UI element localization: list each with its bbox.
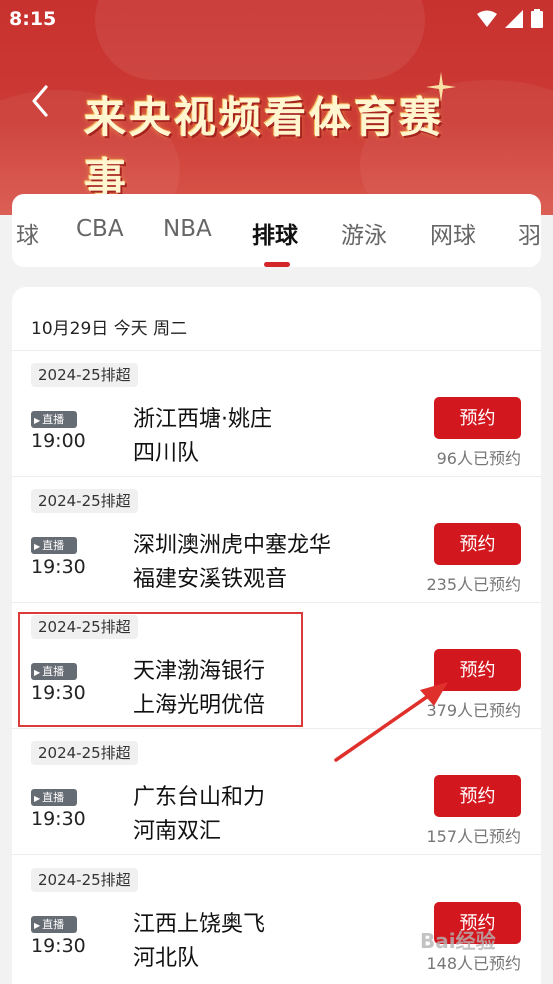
reserve-button[interactable]: 预约 bbox=[434, 902, 521, 944]
status-bar: 8:15 bbox=[0, 0, 553, 38]
divider bbox=[12, 854, 541, 855]
tab-partial-left[interactable]: 球 bbox=[16, 216, 39, 250]
match-time: 19:00 bbox=[31, 430, 86, 452]
reservation-count: 157人已预约 bbox=[426, 827, 521, 846]
tab-cba[interactable]: CBA bbox=[76, 216, 124, 242]
match-row[interactable]: 2024-25排超 ▶ 直播 19:00 浙江西塘·姚庄 四川队 预约 96人已预… bbox=[12, 351, 541, 477]
schedule-date: 10月29日 今天 周二 bbox=[31, 319, 188, 339]
reserve-button[interactable]: 预约 bbox=[434, 775, 521, 817]
match-time: 19:30 bbox=[31, 935, 86, 957]
reservation-count: 379人已预约 bbox=[426, 701, 521, 720]
page-title: 来央视频看体育赛事 bbox=[84, 93, 445, 203]
league-badge: 2024-25排超 bbox=[31, 868, 138, 892]
away-team: 上海光明优倍 bbox=[133, 693, 266, 718]
away-team: 河南双汇 bbox=[133, 819, 222, 844]
league-badge: 2024-25排超 bbox=[31, 489, 138, 513]
reservation-count: 96人已预约 bbox=[436, 449, 521, 468]
match-row[interactable]: 2024-25排超 ▶ 直播 19:30 天津渤海银行 上海光明优倍 预约 379… bbox=[12, 603, 541, 729]
home-team: 浙江西塘·姚庄 bbox=[133, 407, 272, 432]
schedule-list: 10月29日 今天 周二 2024-25排超 ▶ 直播 19:00 浙江西塘·姚庄… bbox=[12, 287, 541, 984]
status-icons bbox=[477, 9, 543, 28]
away-team: 四川队 bbox=[133, 441, 200, 466]
battery-icon bbox=[531, 9, 543, 28]
reservation-count: 148人已预约 bbox=[426, 954, 521, 973]
live-badge: ▶ 直播 bbox=[31, 789, 77, 806]
match-row[interactable]: 2024-25排超 ▶ 直播 19:30 江西上饶奥飞 河北队 预约 148人已预… bbox=[12, 856, 541, 982]
league-badge: 2024-25排超 bbox=[31, 363, 138, 387]
reservation-count: 235人已预约 bbox=[426, 575, 521, 594]
play-icon: ▶ bbox=[34, 794, 41, 803]
away-team: 河北队 bbox=[133, 946, 200, 971]
live-badge: ▶ 直播 bbox=[31, 916, 77, 933]
live-badge: ▶ 直播 bbox=[31, 411, 77, 428]
sparkle-icon bbox=[426, 72, 456, 102]
status-time: 8:15 bbox=[9, 8, 57, 30]
back-button[interactable] bbox=[26, 82, 60, 122]
sport-tab-bar: 球 CBA NBA 排球 游泳 网球 羽 bbox=[12, 194, 541, 267]
away-team: 福建安溪铁观音 bbox=[133, 567, 288, 592]
home-team: 广东台山和力 bbox=[133, 785, 266, 810]
tab-partial-right[interactable]: 羽 bbox=[518, 216, 541, 250]
league-badge: 2024-25排超 bbox=[31, 741, 138, 765]
match-time: 19:30 bbox=[31, 556, 86, 578]
signal-icon bbox=[505, 9, 523, 28]
tab-nba[interactable]: NBA bbox=[163, 216, 212, 242]
play-icon: ▶ bbox=[34, 921, 41, 930]
match-row[interactable]: 2024-25排超 ▶ 直播 19:30 深圳澳洲虎中塞龙华 福建安溪铁观音 预约… bbox=[12, 477, 541, 603]
match-time: 19:30 bbox=[31, 682, 86, 704]
play-icon: ▶ bbox=[34, 542, 41, 551]
league-badge: 2024-25排超 bbox=[31, 615, 138, 639]
reserve-button[interactable]: 预约 bbox=[434, 523, 521, 565]
live-badge: ▶ 直播 bbox=[31, 537, 77, 554]
wifi-icon bbox=[477, 10, 497, 28]
match-time: 19:30 bbox=[31, 808, 86, 830]
reserve-button[interactable]: 预约 bbox=[434, 649, 521, 691]
active-tab-indicator bbox=[264, 262, 290, 267]
chevron-left-icon bbox=[32, 85, 48, 117]
home-team: 深圳澳洲虎中塞龙华 bbox=[133, 533, 332, 558]
match-row[interactable]: 2024-25排超 ▶ 直播 19:30 广东台山和力 河南双汇 预约 157人已… bbox=[12, 729, 541, 855]
live-badge: ▶ 直播 bbox=[31, 663, 77, 680]
play-icon: ▶ bbox=[34, 668, 41, 677]
home-team: 江西上饶奥飞 bbox=[133, 912, 266, 937]
tab-swimming[interactable]: 游泳 bbox=[341, 216, 387, 250]
reserve-button[interactable]: 预约 bbox=[434, 397, 521, 439]
play-icon: ▶ bbox=[34, 416, 41, 425]
tab-tennis[interactable]: 网球 bbox=[430, 216, 476, 250]
tab-volleyball[interactable]: 排球 bbox=[252, 216, 298, 250]
home-team: 天津渤海银行 bbox=[133, 659, 266, 684]
